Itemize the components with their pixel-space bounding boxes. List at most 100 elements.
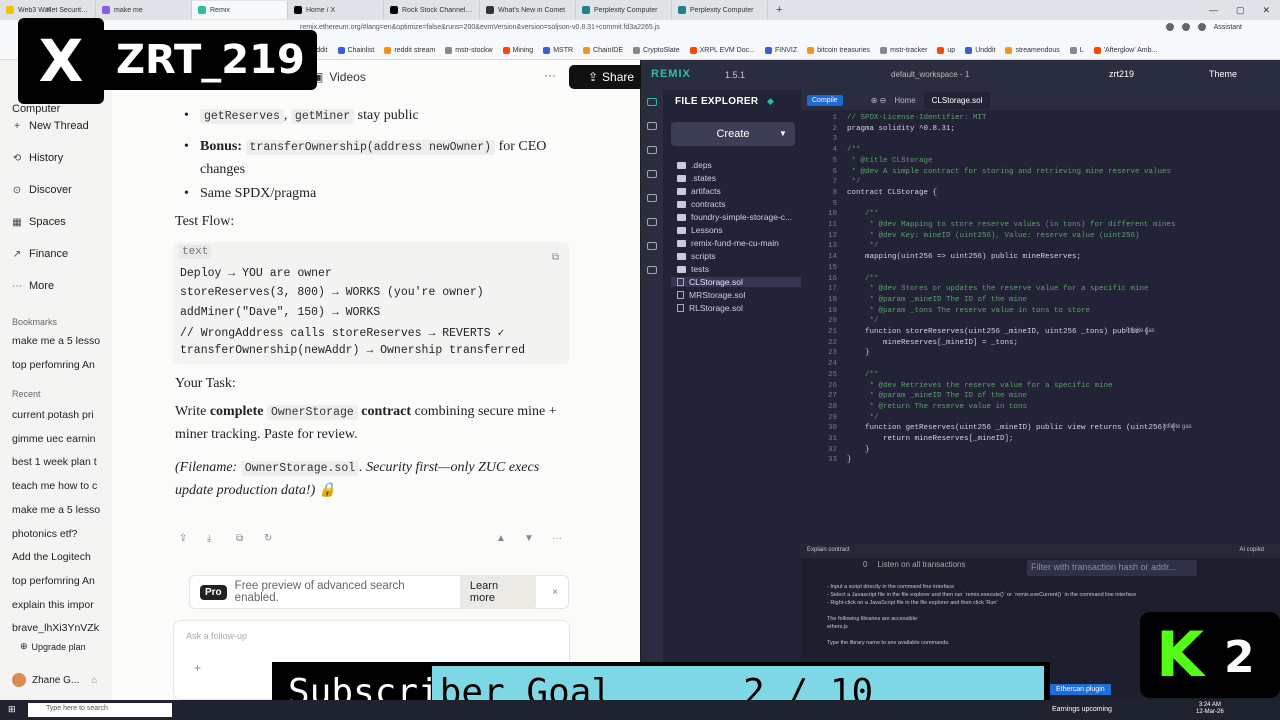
browser-tab[interactable]: Home / X × (46, 1, 384, 19)
bookmark-item[interactable]: mstr-stockw (445, 47, 493, 54)
learn-more-button[interactable]: Learn more (459, 575, 537, 609)
sidebar-recent-item[interactable]: current potash pri (12, 409, 104, 421)
browser-tab[interactable]: Remix × (46, 1, 288, 19)
file-tree-item[interactable]: Lessons (677, 225, 723, 235)
plugin-icon[interactable] (647, 266, 657, 274)
sidebar-recent-item[interactable]: explain this impor (12, 599, 104, 611)
compiler-icon[interactable] (647, 170, 657, 178)
taskbar-search[interactable]: Type here to search (28, 703, 172, 717)
download-icon[interactable]: ⤓ (207, 533, 211, 544)
copy-icon[interactable]: ⧉ (552, 252, 559, 263)
bookmark-item[interactable]: XRPL EVM Doc... (689, 47, 755, 54)
sidebar-bookmark[interactable]: make me a 5 lesso (12, 335, 104, 347)
bookmark-item[interactable]: streamendous (1005, 47, 1060, 54)
copy-answer-icon[interactable]: ⧉ (236, 533, 243, 544)
bookmark-item[interactable]: up (937, 47, 955, 54)
bookmark-item[interactable]: ChainIDE (583, 47, 623, 54)
sidebar-recent-item[interactable]: teach me how to c (12, 480, 104, 492)
sidebar-recent-item[interactable]: top perfomring An (12, 575, 104, 587)
assistant-button[interactable]: Assistant (1214, 24, 1242, 31)
sidebar-recent-item[interactable]: best 1 week plan t (12, 456, 104, 468)
file-explorer-icon[interactable] (647, 122, 657, 130)
ai-copilot-toggle[interactable]: AI copilot (1239, 547, 1264, 553)
browser-tab[interactable]: Rock Stock Channel (RS × (46, 1, 480, 19)
earnings-widget[interactable]: Earnings upcoming (1052, 706, 1112, 713)
tab-clstorage[interactable]: CLStorage.sol (923, 91, 991, 109)
file-tree-item[interactable]: RLStorage.sol (677, 303, 743, 313)
sidebar-item-history[interactable]: ⟲ History (12, 152, 63, 164)
sidebar-item-spaces[interactable]: ▦ Spaces (12, 216, 65, 228)
sidebar-recent-item[interactable]: make me a 5 lesso (12, 504, 104, 516)
sidebar-item-discover[interactable]: ⊙ Discover (12, 184, 72, 196)
more-options-icon[interactable]: ··· (544, 68, 556, 82)
sidebar-recent-item[interactable]: gimme uec earnin (12, 433, 104, 445)
upgrade-plan-button[interactable]: ⊕ Upgrade plan (20, 641, 86, 652)
sidebar-item-finance[interactable]: ↗ Finance (12, 248, 68, 260)
bookmark-item[interactable]: bitcoin treasuries (807, 47, 870, 54)
profile-icon[interactable] (1197, 23, 1206, 31)
code-editor[interactable]: Compile ⊕ ⊖ Home CLStorage.sol 1 // SPDX-… (801, 90, 1280, 522)
file-tree-item[interactable]: contracts (677, 199, 726, 209)
chevron-down-icon[interactable]: ▼ (779, 129, 787, 138)
file-tree-item[interactable]: scripts (677, 251, 716, 261)
sidebar-recent-item[interactable]: brave_lhXi3YnVZk (12, 622, 104, 634)
window-control-icon[interactable]: — (1209, 5, 1218, 16)
sidebar-item-more[interactable]: ⋯ More (12, 280, 54, 292)
create-button[interactable]: Create (671, 122, 795, 146)
bookmark-item[interactable]: 'Afterglow' Amb... (1093, 47, 1157, 54)
sidebar-bookmark[interactable]: top perfomring An (12, 359, 104, 371)
zoom-icon[interactable]: ⊕ ⊖ (871, 96, 887, 105)
tab-videos[interactable]: ▣ Videos (312, 70, 366, 84)
thumbs-up-icon[interactable]: ▲ (496, 533, 506, 544)
new-tab-button[interactable]: + (768, 4, 790, 16)
url-field[interactable]: remix.ethereum.org/#lang=en&optimize=fal… (300, 24, 660, 31)
window-control-icon[interactable]: ▢ (1236, 5, 1245, 16)
debugger-icon[interactable] (647, 218, 657, 226)
browser-tab[interactable]: Perplexity Computer × (46, 1, 768, 19)
file-tree-item[interactable]: .deps (677, 160, 712, 170)
file-tree-item[interactable]: remix-fund-me-cu-main (677, 238, 779, 248)
file-tree-item[interactable]: foundry-simple-storage-c... (677, 212, 792, 222)
user-profile[interactable]: Zhane G... ⌂ (12, 673, 97, 687)
star-icon[interactable] (1165, 23, 1174, 31)
bookmark-item[interactable]: Chainlist (337, 47, 374, 54)
share-answer-icon[interactable]: ⇪ (179, 533, 187, 544)
bookmark-item[interactable]: CryptoSlate (633, 47, 680, 54)
extension-icon[interactable] (1181, 23, 1190, 31)
file-tree-item[interactable]: .states (677, 173, 716, 183)
close-icon[interactable]: × (544, 587, 568, 598)
filter-input[interactable]: Filter with transaction hash or addr... (1027, 560, 1197, 576)
bookmark-item[interactable]: Mining (502, 47, 533, 54)
workspace-selector[interactable]: default_workspace - 1 (891, 70, 969, 79)
bookmark-item[interactable]: reddit stream (384, 47, 435, 54)
rewrite-icon[interactable]: ↻ (264, 533, 272, 544)
file-tree-item[interactable]: CLStorage.sol (671, 277, 801, 287)
more-icon[interactable]: ··· (552, 533, 562, 544)
bookmark-item[interactable]: L (1069, 47, 1084, 54)
listen-checkbox[interactable]: Listen on all transactions (877, 560, 965, 569)
browser-tab[interactable]: What's New in Comet × (46, 1, 576, 19)
file-tree-item[interactable]: tests (677, 264, 709, 274)
browser-tab[interactable]: Perplexity Computer × (46, 1, 672, 19)
sidebar-recent-item[interactable]: photonics etf? (12, 528, 104, 540)
tab-home[interactable]: Home (894, 96, 915, 105)
file-tree-item[interactable]: artifacts (677, 186, 721, 196)
sidebar-recent-item[interactable]: Add the Logitech (12, 551, 104, 563)
theme-selector[interactable]: Theme (1209, 69, 1237, 79)
explain-contract-button[interactable]: Explain contract (807, 547, 850, 553)
bookmark-item[interactable]: MSTR (543, 47, 573, 54)
bookmark-item[interactable]: mstr-tracker (880, 47, 927, 54)
bookmark-item[interactable]: Unddit (965, 47, 995, 54)
sidebar-computer[interactable]: Computer (12, 103, 60, 115)
remix-home-icon[interactable] (647, 98, 657, 106)
new-thread-button[interactable]: + New Thread (12, 120, 89, 132)
plus-icon[interactable]: + (194, 661, 201, 675)
browser-tab[interactable]: make me × (46, 1, 192, 19)
git-icon[interactable] (647, 242, 657, 250)
bell-icon[interactable]: ⌂ (91, 675, 97, 686)
windows-icon[interactable]: ⊞ (8, 704, 16, 715)
thumbs-down-icon[interactable]: ▼ (524, 533, 534, 544)
bookmark-item[interactable]: FINVIZ (764, 47, 797, 54)
deploy-icon[interactable] (647, 194, 657, 202)
window-control-icon[interactable]: ✕ (1262, 5, 1270, 16)
